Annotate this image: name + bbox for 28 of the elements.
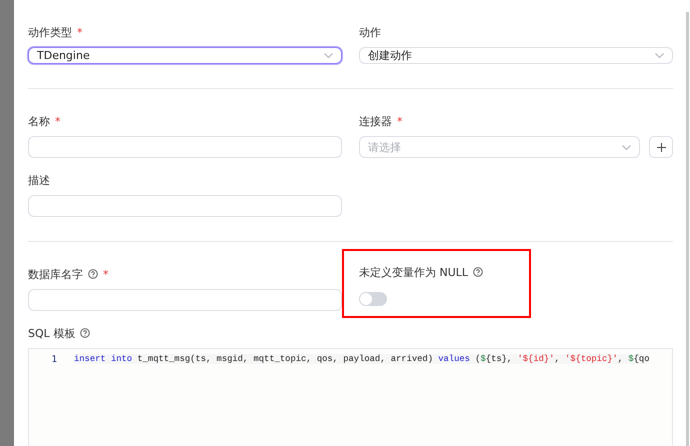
field-label: 名称 <box>28 114 50 128</box>
chevron-down-icon <box>324 53 333 58</box>
field-label: 动作类型 <box>28 24 72 40</box>
field-label: 数据库名字 <box>28 266 83 282</box>
help-icon[interactable] <box>88 269 98 279</box>
field-label: 未定义变量作为 NULL <box>359 264 468 280</box>
chevron-down-icon <box>622 144 631 150</box>
toggle-switch[interactable] <box>359 292 387 306</box>
input-field[interactable] <box>28 195 342 217</box>
plus-icon <box>656 142 666 152</box>
field-label: 连接器 <box>359 114 392 128</box>
help-icon[interactable] <box>80 328 90 338</box>
help-icon[interactable] <box>473 267 484 277</box>
code-editor[interactable]: 1 insert into t_mqtt_msg(ts, msgid, mqtt_topic, qos, payload, arrived) values (${ts}, '${id}', '${topic}', ${qo <box>28 348 673 446</box>
field-label: SQL 模板 <box>28 326 76 340</box>
chevron-down-icon <box>655 53 664 58</box>
field-label: 动作 <box>359 24 381 40</box>
input-field[interactable] <box>28 289 342 311</box>
required-mark: * <box>103 268 108 280</box>
line-number: 1 <box>50 354 57 364</box>
required-mark: * <box>77 26 82 38</box>
required-mark: * <box>55 114 60 128</box>
input-field[interactable] <box>28 136 342 158</box>
required-mark: * <box>397 114 402 128</box>
field-label: 描述 <box>28 172 50 188</box>
select-field[interactable]: 创建动作 <box>359 47 673 64</box>
select-field[interactable]: TDengine <box>28 47 342 64</box>
add-button[interactable] <box>649 136 673 158</box>
